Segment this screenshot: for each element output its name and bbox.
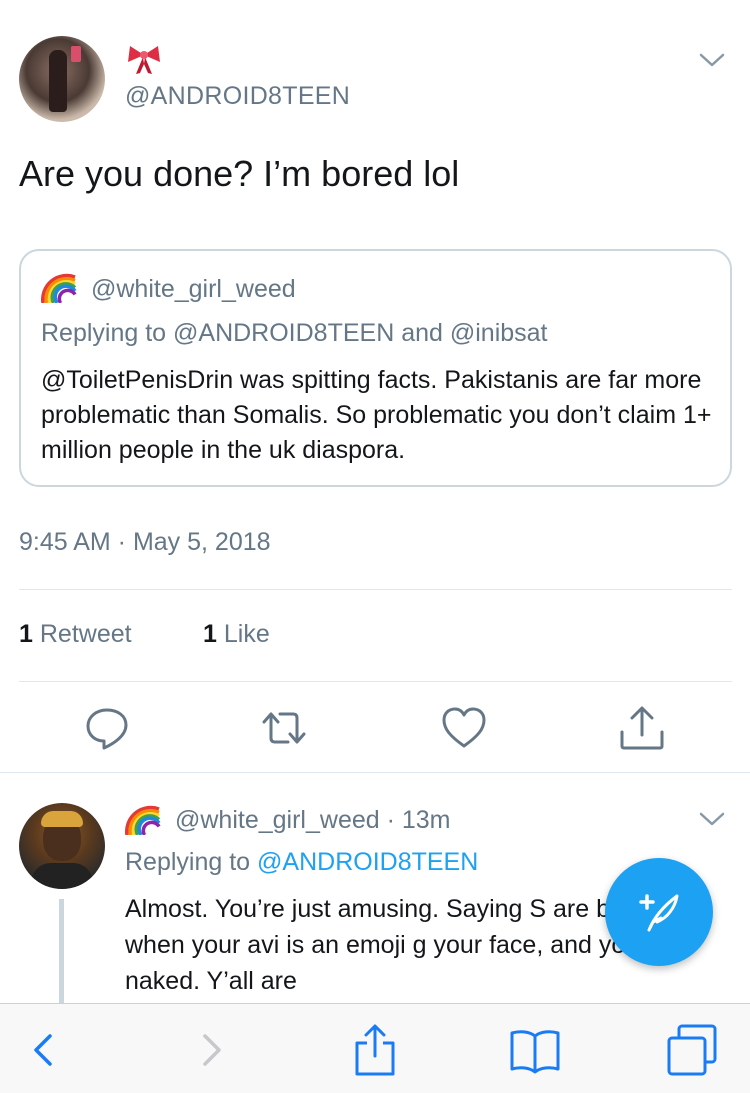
tweet-timestamp: 9:45 AM · May 5, 2018 bbox=[19, 528, 271, 556]
retweet-count-label: Retweet bbox=[39, 620, 132, 648]
browser-toolbar bbox=[0, 1003, 750, 1093]
retweet-count[interactable]: 1 Retweet bbox=[19, 620, 132, 649]
share-icon[interactable] bbox=[618, 704, 666, 752]
tweet-text: Are you done? I’m bored lol bbox=[19, 153, 460, 194]
back-icon[interactable] bbox=[16, 1022, 72, 1078]
forward-icon[interactable] bbox=[183, 1022, 239, 1078]
quoted-tweet[interactable]: @white_girl_weed Replying to @ANDROID8TE… bbox=[19, 249, 732, 487]
quoted-replying-to: Replying to @ANDROID8TEEN and @inibsat bbox=[41, 319, 548, 347]
share-icon[interactable] bbox=[347, 1022, 403, 1078]
compose-tweet-icon bbox=[639, 894, 679, 932]
ribbon-emoji-icon bbox=[128, 46, 160, 74]
bookmarks-icon[interactable] bbox=[507, 1022, 563, 1078]
divider bbox=[19, 589, 732, 590]
quoted-text: @ToiletPenisDrin was spitting facts. Pak… bbox=[41, 366, 712, 464]
compose-tweet-button[interactable] bbox=[605, 858, 713, 966]
divider bbox=[19, 681, 732, 682]
thread-line bbox=[59, 899, 64, 1009]
rainbow-emoji-icon bbox=[41, 273, 77, 303]
avatar-phone bbox=[71, 46, 81, 62]
reply-icon[interactable] bbox=[83, 704, 131, 752]
reply-author-avatar[interactable] bbox=[19, 803, 105, 889]
avatar-suit bbox=[31, 863, 93, 889]
retweet-count-number: 1 bbox=[19, 620, 33, 648]
avatar-hat bbox=[41, 811, 83, 827]
author-avatar[interactable] bbox=[19, 36, 105, 122]
like-count-label: Like bbox=[223, 620, 270, 648]
replying-prefix: Replying to bbox=[125, 848, 258, 876]
avatar-figure bbox=[49, 50, 67, 112]
tabs-icon[interactable] bbox=[663, 1022, 719, 1078]
like-icon[interactable] bbox=[440, 704, 488, 752]
reply-handle-time[interactable]: @white_girl_weed · 13m bbox=[175, 806, 451, 835]
chevron-down-icon[interactable] bbox=[697, 809, 727, 829]
retweet-icon[interactable] bbox=[260, 704, 308, 752]
quoted-handle: @white_girl_weed bbox=[91, 275, 296, 303]
chevron-down-icon[interactable] bbox=[697, 50, 727, 70]
author-handle[interactable]: @ANDROID8TEEN bbox=[125, 82, 350, 111]
like-count[interactable]: 1 Like bbox=[203, 620, 270, 649]
replying-handle-link[interactable]: @ANDROID8TEEN bbox=[257, 848, 478, 876]
reply-replying-to: Replying to @ANDROID8TEEN bbox=[125, 848, 478, 877]
rainbow-emoji-icon bbox=[125, 805, 161, 835]
like-count-number: 1 bbox=[203, 620, 217, 648]
